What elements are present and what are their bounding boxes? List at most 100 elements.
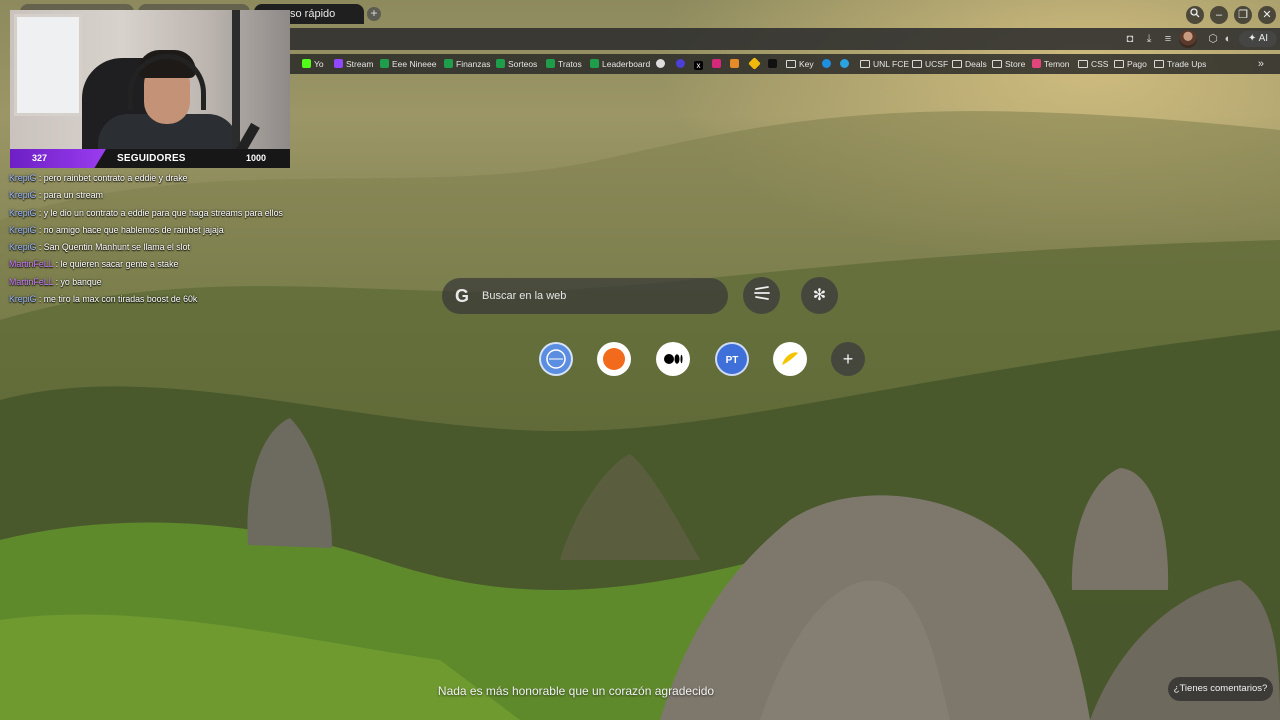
bookmark-yo[interactable]: Yo bbox=[302, 54, 324, 74]
app-icon bbox=[730, 59, 739, 68]
chat-username[interactable]: KrepiG bbox=[9, 225, 36, 235]
menu-icon[interactable] bbox=[743, 277, 780, 314]
bookmark-label: Trade Ups bbox=[1167, 59, 1207, 69]
bookmark-css[interactable]: CSS bbox=[1078, 54, 1108, 74]
bookmark-leaderboard[interactable]: Leaderboard bbox=[590, 54, 650, 74]
webcam-overlay: 327 SEGUIDORES 1000 bbox=[10, 10, 290, 168]
bookmark-app[interactable] bbox=[730, 54, 742, 74]
chat-overlay: KrepiG : pero rainbet contrato a eddie y… bbox=[9, 171, 294, 309]
tab-list-icon[interactable]: ≡ bbox=[1161, 32, 1175, 46]
chat-username[interactable]: KrepiG bbox=[9, 242, 36, 252]
chevron-right-icon[interactable]: » bbox=[1258, 54, 1264, 74]
chat-message: MartinFeLL : yo banque bbox=[9, 275, 294, 289]
bookmark-trade-ups[interactable]: Trade Ups bbox=[1154, 54, 1206, 74]
bookmark-label: UNL FCE bbox=[873, 59, 910, 69]
bookmark-label: UCSF bbox=[925, 59, 949, 69]
google-icon: G bbox=[455, 286, 470, 306]
folder-icon bbox=[952, 60, 962, 68]
bookmark-sorteos[interactable]: Sorteos bbox=[496, 54, 537, 74]
shortcut-1[interactable] bbox=[539, 342, 573, 376]
tiktok-icon bbox=[768, 59, 777, 68]
chat-message: KrepiG : para un stream bbox=[9, 188, 294, 202]
bookmark-ucsf[interactable]: UCSF bbox=[912, 54, 948, 74]
restore-icon[interactable]: ❐ bbox=[1234, 6, 1252, 24]
chat-message: KrepiG : y le dio un contrato a eddie pa… bbox=[9, 206, 294, 220]
bookmark-label: CSS bbox=[1091, 59, 1109, 69]
folder-icon bbox=[912, 60, 922, 68]
ai-button[interactable]: ✦ AI bbox=[1239, 31, 1277, 47]
extension-icon[interactable]: ⬡ bbox=[1206, 32, 1220, 46]
folder-icon bbox=[1154, 60, 1164, 68]
app-icon bbox=[676, 59, 685, 68]
chat-message: MartinFeLL : le quieren sacar gente a st… bbox=[9, 257, 294, 271]
twitch-icon bbox=[334, 59, 343, 68]
chat-username[interactable]: MartinFeLL bbox=[9, 277, 53, 287]
bookmark-deals[interactable]: Deals bbox=[952, 54, 987, 74]
bookmark-label: Leaderboard bbox=[602, 59, 651, 69]
feedback-button[interactable]: ¿Tienes comentarios? bbox=[1168, 677, 1273, 701]
folder-icon bbox=[992, 60, 1002, 68]
bookmark-finanzas[interactable]: Finanzas bbox=[444, 54, 491, 74]
bookmark-stream[interactable]: Stream bbox=[334, 54, 373, 74]
chat-text: : pero rainbet contrato a eddie y drake bbox=[38, 173, 188, 183]
folder-icon bbox=[1078, 60, 1088, 68]
screenshot-icon[interactable]: ◘ bbox=[1123, 32, 1137, 46]
download-icon[interactable]: ⤓ bbox=[1142, 32, 1156, 46]
asterisk-icon[interactable]: ✻ bbox=[801, 277, 838, 314]
bookmark-edge[interactable] bbox=[822, 54, 834, 74]
bookmark-eee-nineee[interactable]: Eee Nineee bbox=[380, 54, 436, 74]
mic-stand bbox=[232, 10, 240, 160]
chat-message: KrepiG : no amigo hace que hablemos de r… bbox=[9, 223, 294, 237]
bookmark-app[interactable] bbox=[676, 54, 688, 74]
bookmark-key[interactable]: Key bbox=[786, 54, 814, 74]
shortcut-pt[interactable]: PT bbox=[715, 342, 749, 376]
search-input[interactable]: G Buscar en la web bbox=[442, 278, 728, 314]
bookmark-pago[interactable]: Pago bbox=[1114, 54, 1147, 74]
bookmark-temon[interactable]: Temon bbox=[1032, 54, 1070, 74]
bookmark-label: Tratos bbox=[558, 59, 582, 69]
chat-text: : para un stream bbox=[38, 190, 103, 201]
shortcut-medium[interactable] bbox=[656, 342, 690, 376]
bookmark-label: Stream bbox=[346, 59, 374, 69]
bookmark-x[interactable]: x bbox=[694, 54, 706, 74]
folder-icon bbox=[860, 60, 870, 68]
folder-icon bbox=[786, 60, 796, 68]
bookmark-label: Eee Nineee bbox=[392, 59, 437, 69]
bookmark-tratos[interactable]: Tratos bbox=[546, 54, 582, 74]
shortcut-2[interactable] bbox=[597, 342, 631, 376]
address-bar[interactable]: ◘ ⤓ ≡ ⬡ ◐ ✦ AI bbox=[290, 28, 1280, 50]
bookmark-telegram[interactable] bbox=[840, 54, 852, 74]
chat-text: : no amigo hace que hablemos de rainbet … bbox=[38, 224, 224, 235]
minimize-icon[interactable]: – bbox=[1210, 6, 1228, 24]
chat-username[interactable]: KrepiG bbox=[9, 190, 36, 200]
chat-username[interactable]: KrepiG bbox=[9, 173, 36, 183]
sheet-icon bbox=[444, 59, 453, 68]
follower-goal-fill bbox=[10, 149, 106, 168]
bookmark-discord[interactable] bbox=[656, 54, 668, 74]
instagram-icon bbox=[712, 59, 721, 68]
bookmark-unl-fce[interactable]: UNL FCE bbox=[860, 54, 909, 74]
chat-username[interactable]: KrepiG bbox=[9, 208, 36, 218]
chat-username[interactable]: KrepiG bbox=[9, 294, 36, 304]
bookmark-label: Sorteos bbox=[508, 59, 538, 69]
active-tab-title: so rápido bbox=[290, 8, 336, 20]
plus-icon[interactable]: + bbox=[367, 7, 381, 21]
bookmark-instagram[interactable] bbox=[712, 54, 724, 74]
chat-username[interactable]: MartinFeLL bbox=[9, 259, 53, 269]
chat-message: KrepiG : pero rainbet contrato a eddie y… bbox=[9, 171, 294, 185]
bookmark-store[interactable]: Store bbox=[992, 54, 1025, 74]
search-tabs-icon[interactable] bbox=[1186, 6, 1204, 24]
webcam-window bbox=[14, 14, 82, 116]
bookmark-tiktok[interactable] bbox=[768, 54, 780, 74]
add-shortcut-button[interactable]: + bbox=[831, 342, 865, 376]
bookmark-label: Key bbox=[799, 59, 814, 69]
close-icon[interactable]: ✕ bbox=[1258, 6, 1276, 24]
shortcut-5[interactable] bbox=[773, 342, 807, 376]
bookmark-label: Store bbox=[1005, 59, 1026, 69]
bookmarks-bar: Yo Stream Eee Nineee Finanzas Sorteos Tr… bbox=[290, 54, 1280, 74]
bookmark-binance[interactable] bbox=[748, 54, 762, 74]
theme-toggle-icon[interactable]: ◐ bbox=[1221, 32, 1235, 46]
avatar[interactable] bbox=[1179, 30, 1197, 48]
follower-label: SEGUIDORES bbox=[117, 153, 186, 164]
chat-text: : y le dio un contrato a eddie para que … bbox=[38, 207, 283, 218]
